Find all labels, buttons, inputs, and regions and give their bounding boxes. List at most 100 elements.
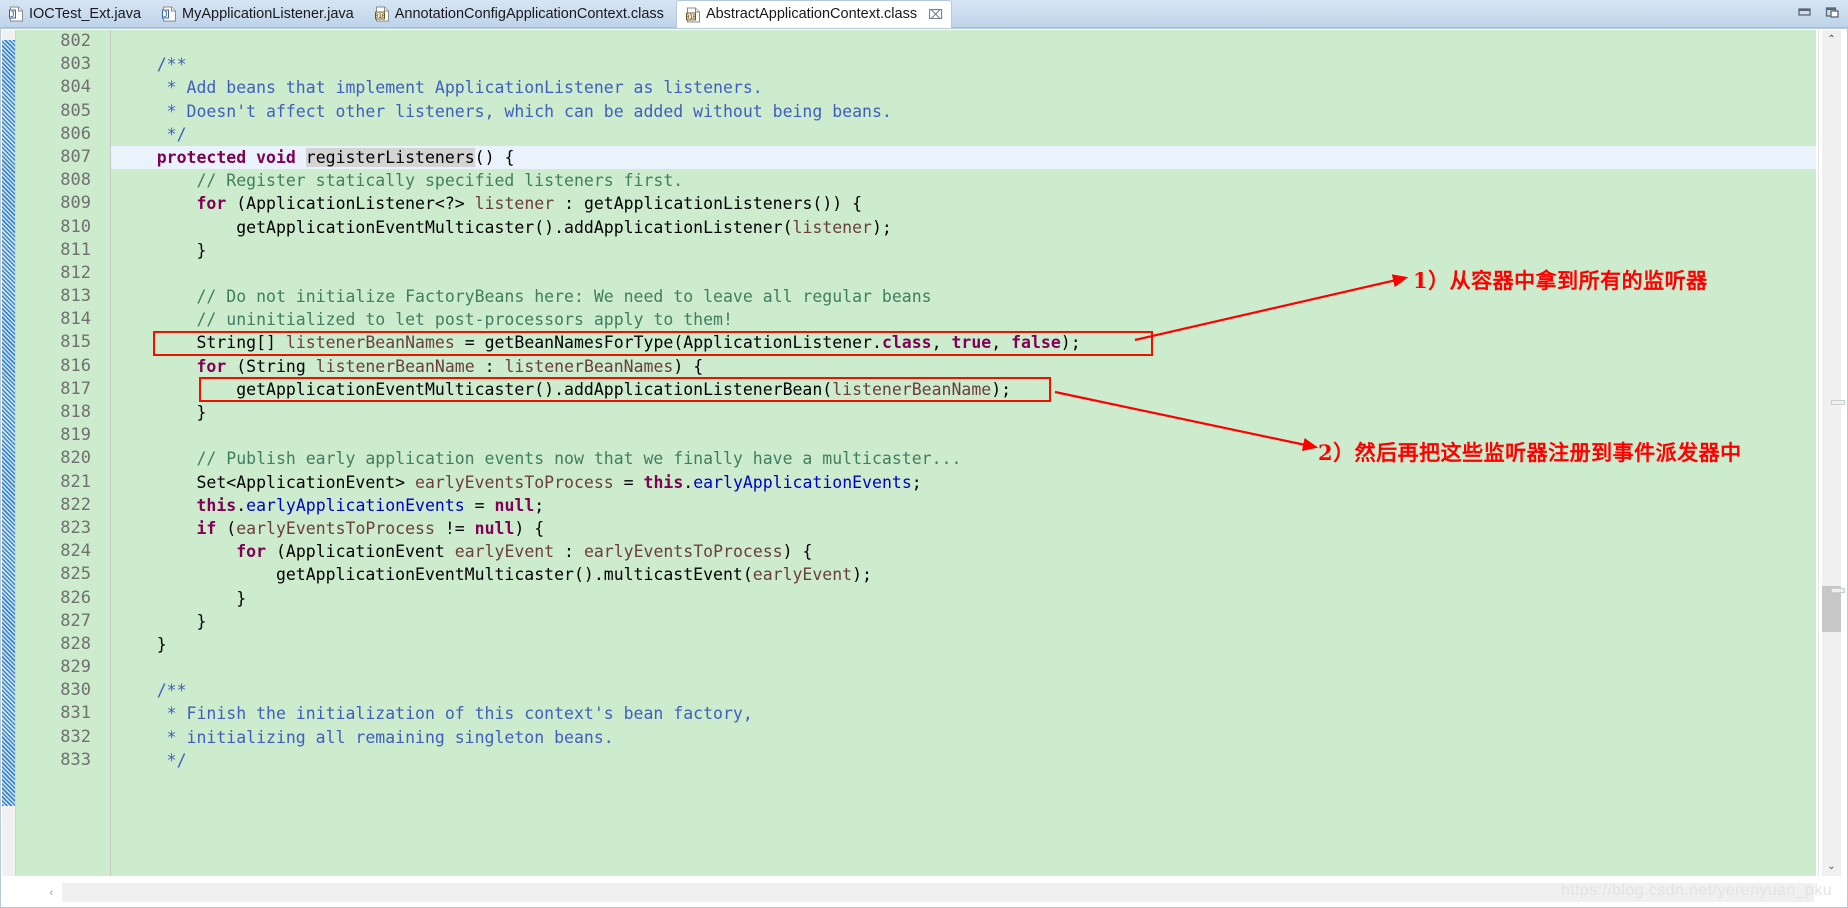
code-line[interactable]: /**: [111, 679, 1816, 702]
code-line[interactable]: [111, 262, 1816, 285]
code-token: getApplicationEventMulticaster().addAppl…: [117, 379, 833, 399]
scroll-left-icon[interactable]: ‹: [42, 883, 61, 902]
code-line[interactable]: // uninitialized to let post-processors …: [111, 308, 1816, 331]
line-number: 815: [60, 332, 91, 353]
line-number: 826: [60, 587, 91, 608]
svg-text:J: J: [10, 10, 15, 19]
code-line[interactable]: * Finish the initialization of this cont…: [111, 702, 1816, 725]
code-token: // uninitialized to let post-processors …: [117, 310, 733, 330]
line-number: 819: [60, 425, 91, 446]
annotation-marker-ruler[interactable]: [2, 30, 16, 876]
line-number: 824: [60, 541, 91, 562]
code-line[interactable]: * Add beans that implement ApplicationLi…: [111, 76, 1816, 99]
code-token: : getApplicationListeners()) {: [554, 194, 863, 214]
code-token: this: [196, 495, 237, 515]
code-token: earlyEventsToProcess: [236, 518, 435, 538]
line-number: 825: [60, 564, 91, 585]
editor-tab-3[interactable]: 010 AnnotationConfigApplicationContext.c…: [366, 0, 676, 28]
scroll-up-icon[interactable]: ⌃: [1822, 30, 1841, 49]
code-token: .: [683, 472, 694, 492]
horizontal-scrollbar[interactable]: ‹: [16, 880, 1814, 906]
restore-icon[interactable]: [1825, 5, 1840, 19]
code-line[interactable]: }: [111, 633, 1816, 656]
code-token: * Finish the initialization of this cont…: [117, 704, 753, 724]
editor-tab-label: MyApplicationListener.java: [182, 5, 354, 22]
line-number: 822: [60, 494, 91, 515]
code-line[interactable]: String[] listenerBeanNames = getBeanName…: [111, 331, 1816, 354]
code-token: ) {: [782, 542, 813, 562]
editor-tab-label: IOCTest_Ext.java: [29, 5, 142, 22]
code-text-area[interactable]: /** * Add beans that implement Applicati…: [111, 30, 1816, 876]
code-line[interactable]: if (earlyEventsToProcess != null) {: [111, 517, 1816, 540]
line-number: 810: [60, 216, 91, 237]
code-line[interactable]: }: [111, 239, 1816, 262]
line-number: 828: [60, 633, 91, 654]
overview-ruler-mark[interactable]: [1831, 588, 1845, 593]
code-token: // Publish early application events now …: [117, 449, 962, 469]
code-token: getApplicationEventMulticaster().multica…: [117, 565, 753, 585]
scroll-down-icon[interactable]: ⌄: [1822, 857, 1841, 876]
folding-ruler[interactable]: [94, 30, 111, 876]
line-number: 813: [60, 286, 91, 307]
code-line[interactable]: /**: [111, 53, 1816, 76]
minimize-icon[interactable]: [1797, 5, 1812, 19]
code-token: Set<ApplicationEvent>: [117, 472, 416, 492]
editor-tab-1[interactable]: J IOCTest_Ext.java: [0, 0, 153, 28]
code-line[interactable]: // Do not initialize FactoryBeans here: …: [111, 285, 1816, 308]
code-line[interactable]: this.earlyApplicationEvents = null;: [111, 494, 1816, 517]
code-line[interactable]: protected void registerListeners() {: [111, 145, 1816, 170]
vertical-scroll-track[interactable]: [1822, 30, 1841, 876]
code-token: protected void: [156, 147, 306, 167]
code-line[interactable]: for (ApplicationListener<?> listener : g…: [111, 192, 1816, 215]
code-token: listenerBeanName: [832, 379, 992, 399]
code-token: for: [236, 542, 267, 562]
code-token: if: [196, 518, 217, 538]
code-line[interactable]: for (ApplicationEvent earlyEvent : early…: [111, 540, 1816, 563]
code-line[interactable]: for (String listenerBeanName : listenerB…: [111, 355, 1816, 378]
line-number: 833: [60, 749, 91, 770]
code-line[interactable]: */: [111, 749, 1816, 772]
overview-ruler-mark[interactable]: [1831, 400, 1845, 405]
code-token: }: [117, 403, 207, 422]
code-token: for: [196, 356, 227, 376]
code-token: earlyEvent: [454, 542, 555, 562]
code-token: null: [494, 495, 535, 515]
editor-tab-2[interactable]: J MyApplicationListener.java: [153, 0, 366, 28]
code-line[interactable]: getApplicationEventMulticaster().addAppl…: [111, 216, 1816, 239]
code-line[interactable]: getApplicationEventMulticaster().multica…: [111, 563, 1816, 586]
code-token: registerListeners: [305, 147, 475, 167]
editor-tab-4[interactable]: 010 AbstractApplicationContext.class ⌧: [675, 0, 953, 29]
code-token: * Add beans that implement ApplicationLi…: [117, 78, 763, 98]
code-token: .: [236, 495, 247, 515]
code-line[interactable]: [111, 656, 1816, 679]
code-token: }: [117, 588, 247, 608]
vertical-scrollbar[interactable]: ⌃ ⌄: [1818, 30, 1846, 876]
code-line[interactable]: }: [111, 610, 1816, 633]
code-token: class: [881, 333, 932, 353]
code-line[interactable]: * Doesn't affect other listeners, which …: [111, 100, 1816, 123]
code-line[interactable]: */: [111, 123, 1816, 146]
code-line[interactable]: getApplicationEventMulticaster().addAppl…: [111, 378, 1816, 401]
editor-tab-label: AbstractApplicationContext.class: [705, 6, 918, 23]
code-line[interactable]: * initializing all remaining singleton b…: [111, 726, 1816, 749]
code-token: :: [474, 356, 505, 376]
code-line[interactable]: }: [111, 401, 1816, 424]
line-number: 832: [60, 726, 91, 747]
code-token: }: [117, 611, 207, 631]
code-line[interactable]: }: [111, 587, 1816, 610]
code-token: listener: [474, 194, 555, 214]
editor-frame: 802 803 804 805 806 807 808 809 810 811 812 813 814 8…: [0, 28, 1848, 908]
changed-lines-marker: [2, 40, 15, 806]
code-line[interactable]: Set<ApplicationEvent> earlyEventsToProce…: [111, 471, 1816, 494]
line-number: 830: [16, 679, 94, 702]
close-icon[interactable]: ⌧: [926, 8, 945, 21]
horizontal-scroll-track[interactable]: [62, 883, 1814, 902]
line-number: 814: [60, 309, 91, 330]
line-number: 817: [60, 378, 91, 399]
code-line[interactable]: // Publish early application events now …: [111, 447, 1816, 470]
line-number: 804: [60, 77, 91, 98]
code-line[interactable]: // Register statically specified listene…: [111, 169, 1816, 192]
code-line[interactable]: [111, 30, 1816, 53]
code-line[interactable]: [111, 424, 1816, 447]
